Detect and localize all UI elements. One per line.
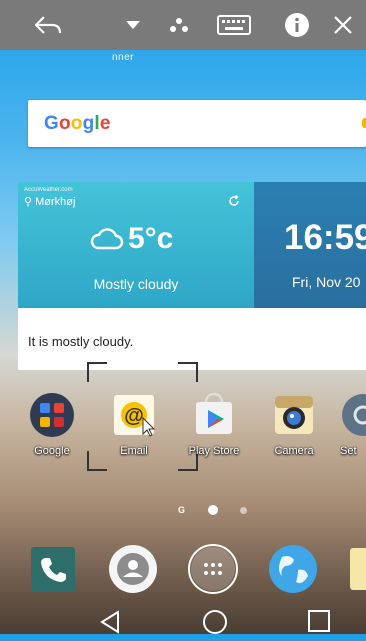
resize-handle-top-right[interactable] <box>178 362 198 382</box>
cloud-icon <box>90 226 124 257</box>
dropdown-icon[interactable] <box>118 8 148 42</box>
play-store-icon <box>191 392 237 438</box>
app-camera[interactable]: Camera <box>264 392 324 457</box>
back-icon[interactable] <box>98 608 122 639</box>
email-icon: @ <box>111 392 157 438</box>
apps-grid-icon[interactable] <box>188 544 238 594</box>
weather-source: AccuWeather.com <box>24 187 73 193</box>
contacts-icon[interactable] <box>108 544 158 594</box>
app-label: Camera <box>274 445 314 457</box>
location-pin-icon: ⚲ <box>24 196 33 208</box>
navigation-bar <box>0 604 366 634</box>
weather-location: ⚲ Mørkhøj <box>24 196 76 208</box>
memo-icon[interactable] <box>346 544 366 594</box>
app-label: Email <box>120 445 148 457</box>
resize-handle-top-left[interactable] <box>87 362 107 382</box>
overlay-text: nner <box>112 52 135 63</box>
refresh-icon[interactable] <box>228 194 240 212</box>
phone-icon[interactable] <box>28 544 78 594</box>
google-search-bar[interactable]: Google <box>28 100 366 147</box>
close-icon[interactable] <box>328 8 358 42</box>
page-indicator-label: G <box>178 505 186 515</box>
recents-icon[interactable] <box>306 608 332 639</box>
page-dot[interactable] <box>240 507 247 514</box>
page-indicator: G <box>0 505 366 517</box>
app-play-store[interactable]: Play Store <box>184 392 244 457</box>
camera-icon <box>271 392 317 438</box>
clock-time: 16:59 <box>284 218 366 257</box>
app-email[interactable]: @ Email <box>104 392 164 457</box>
settings-icon <box>340 392 366 438</box>
home-icon[interactable] <box>201 608 229 641</box>
weather-condition: Mostly cloudy <box>93 276 179 292</box>
app-settings[interactable]: Set <box>340 392 366 457</box>
clock-widget[interactable]: 16:59 Fri, Nov 20 <box>254 182 366 308</box>
app-label: Play Store <box>188 445 240 457</box>
weather-widget[interactable]: AccuWeather.com ⚲ Mørkhøj 5°c Mostly clo… <box>18 182 254 308</box>
page-dot-active[interactable] <box>208 505 218 515</box>
clock-date: Fri, Nov 20 <box>292 274 361 290</box>
browser-globe-icon[interactable] <box>268 544 318 594</box>
weather-summary-panel: It is mostly cloudy. <box>18 308 366 370</box>
temperature: 5°c <box>128 222 174 255</box>
app-google[interactable]: Google <box>22 392 82 457</box>
app-label: Google <box>34 445 70 457</box>
back-arrow-icon[interactable] <box>28 8 68 42</box>
remote-toolbar <box>0 0 366 50</box>
keyboard-icon[interactable] <box>214 8 254 42</box>
share-icon[interactable] <box>164 8 194 42</box>
weather-summary: It is mostly cloudy. <box>28 334 134 349</box>
google-folder-icon <box>29 392 75 438</box>
app-label: Set <box>340 445 357 457</box>
svg-text:@: @ <box>124 405 144 427</box>
mic-icon[interactable] <box>362 118 366 128</box>
info-icon[interactable] <box>280 8 314 42</box>
google-logo: Google <box>44 113 111 134</box>
